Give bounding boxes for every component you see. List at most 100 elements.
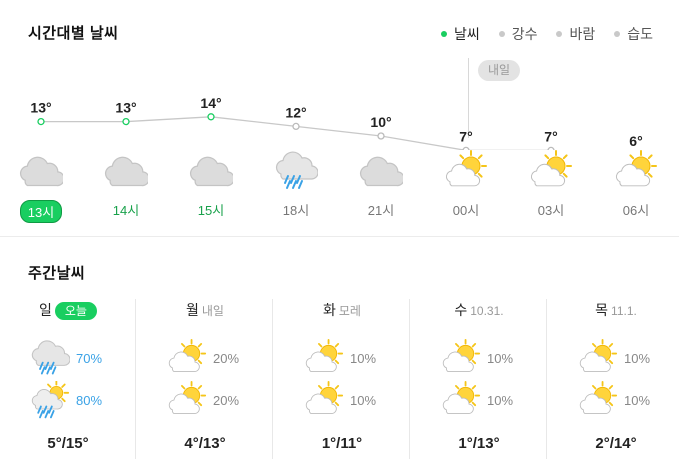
day-date: 10.31.	[470, 304, 504, 318]
weekly-title: 주간날씨	[28, 265, 86, 282]
day-item[interactable]: 수 10.31. 10% 10% 1°/13°	[411, 299, 547, 459]
temperature-label: 6°	[629, 133, 642, 149]
cloud-icon	[19, 150, 65, 194]
hour-item[interactable]: 06시	[606, 150, 666, 220]
hour-time-label: 03시	[537, 203, 565, 218]
day-item[interactable]: 월 내일 20% 20% 4°/13°	[137, 299, 273, 459]
am-forecast: 10%	[411, 339, 547, 379]
day-date: 11.1.	[611, 304, 637, 318]
day-temperature-range: 2°/14°	[595, 435, 637, 452]
am-forecast: 20%	[137, 339, 273, 379]
rain-probability: 10%	[624, 393, 651, 408]
temperature-point	[122, 117, 130, 126]
day-date: 모레	[338, 304, 361, 318]
cloud-icon	[189, 150, 235, 194]
am-forecast: 70%	[0, 339, 136, 379]
day-header: 월 내일	[137, 299, 273, 321]
day-name: 목	[595, 302, 609, 318]
day-item[interactable]: 화 모레 10% 10% 1°/11°	[274, 299, 410, 459]
sun-cloud-icon	[441, 381, 481, 421]
day-temperature-range: 4°/13°	[184, 435, 226, 452]
rain-probability: 10%	[350, 351, 377, 366]
day-temperature-range: 1°/11°	[321, 435, 363, 452]
day-header: 일 오늘	[0, 299, 136, 321]
rain-probability: 70%	[76, 351, 103, 366]
day-name: 수	[454, 302, 468, 318]
hour-item[interactable]: 18시	[266, 150, 326, 220]
column-divider	[272, 299, 273, 459]
day-header: 목 11.1.	[548, 299, 679, 321]
am-forecast: 10%	[548, 339, 679, 379]
hour-item[interactable]: 21시	[351, 150, 411, 220]
sun-cloud-icon	[441, 339, 481, 379]
sun-cloud-icon	[304, 339, 344, 379]
temperature-label: 12°	[285, 104, 306, 120]
rain-probability: 80%	[76, 393, 103, 408]
hour-item[interactable]: 13시	[11, 150, 71, 223]
temperature-label: 10°	[370, 114, 391, 130]
sun-cloud-icon	[167, 381, 207, 421]
temperature-point	[207, 113, 215, 121]
weekly-weather-section: 주간날씨 일 오늘 70% 80% 5°/15° 월 내일 20% 20% 4°/13° 화…	[0, 237, 679, 474]
today-badge: 오늘	[54, 302, 97, 321]
sun-cloud-icon	[529, 150, 573, 194]
temperature-point	[377, 132, 385, 140]
sun-rain-icon	[30, 380, 70, 421]
temperature-label: 7°	[459, 128, 472, 144]
rain-cloud-icon	[274, 150, 319, 194]
pm-forecast: 20%	[137, 381, 273, 421]
hour-time-label: 18시	[282, 203, 310, 218]
sun-cloud-icon	[578, 381, 618, 421]
temperature-label: 14°	[200, 95, 221, 111]
pm-forecast: 80%	[0, 380, 136, 421]
rain-cloud-icon	[30, 339, 71, 379]
temperature-label: 13°	[115, 100, 136, 116]
hour-item[interactable]: 03시	[521, 150, 581, 220]
hour-time-label: 13시	[19, 200, 63, 223]
cloud-icon	[359, 150, 405, 194]
sun-cloud-icon	[578, 339, 618, 379]
temperature-label: 7°	[544, 128, 557, 144]
temperature-graph: 13° 13° 14° 12° 10° 7° 7° 6°	[30, 95, 643, 150]
column-divider	[546, 299, 547, 459]
rain-probability: 20%	[213, 351, 240, 366]
day-header: 수 10.31.	[411, 299, 547, 321]
cloud-icon	[104, 150, 150, 194]
day-date: 내일	[201, 304, 224, 318]
day-name: 화	[323, 302, 336, 318]
rain-probability: 10%	[487, 351, 514, 366]
pm-forecast: 10%	[548, 381, 679, 421]
hour-time-label: 06시	[622, 203, 650, 218]
day-header: 화 모레	[274, 299, 410, 321]
hour-item[interactable]: 14시	[96, 150, 156, 220]
temperature-label: 13°	[30, 100, 51, 116]
sun-cloud-icon	[304, 381, 344, 421]
hour-time-label: 00시	[452, 203, 480, 218]
sun-cloud-icon	[444, 150, 488, 194]
sun-cloud-icon	[614, 150, 658, 194]
rain-probability: 10%	[350, 393, 377, 408]
pm-forecast: 10%	[274, 381, 410, 421]
temperature-point	[292, 122, 300, 131]
hour-time-label: 14시	[112, 203, 140, 218]
column-divider	[409, 299, 410, 459]
day-item[interactable]: 일 오늘 70% 80% 5°/15°	[0, 299, 136, 459]
rain-probability: 10%	[487, 393, 514, 408]
hour-item[interactable]: 00시	[436, 150, 496, 220]
hour-time-label: 15시	[197, 203, 225, 218]
hourly-weather-section: 시간대별 날씨 날씨 강수 바람 습도 내일 13° 13° 14° 12° 10° 7°…	[0, 0, 679, 236]
day-name: 일	[39, 302, 52, 318]
column-divider	[135, 299, 136, 459]
day-temperature-range: 1°/13°	[458, 435, 500, 452]
rain-probability: 20%	[213, 393, 240, 408]
am-forecast: 10%	[274, 339, 410, 379]
rain-probability: 10%	[624, 351, 651, 366]
hour-item[interactable]: 15시	[181, 150, 241, 220]
day-name: 월	[186, 302, 199, 318]
sun-cloud-icon	[167, 339, 207, 379]
day-temperature-range: 5°/15°	[47, 435, 89, 452]
hour-time-label: 21시	[367, 203, 395, 218]
day-item[interactable]: 목 11.1. 10% 10% 2°/14°	[548, 299, 679, 459]
pm-forecast: 10%	[411, 381, 547, 421]
temperature-point	[37, 117, 45, 126]
